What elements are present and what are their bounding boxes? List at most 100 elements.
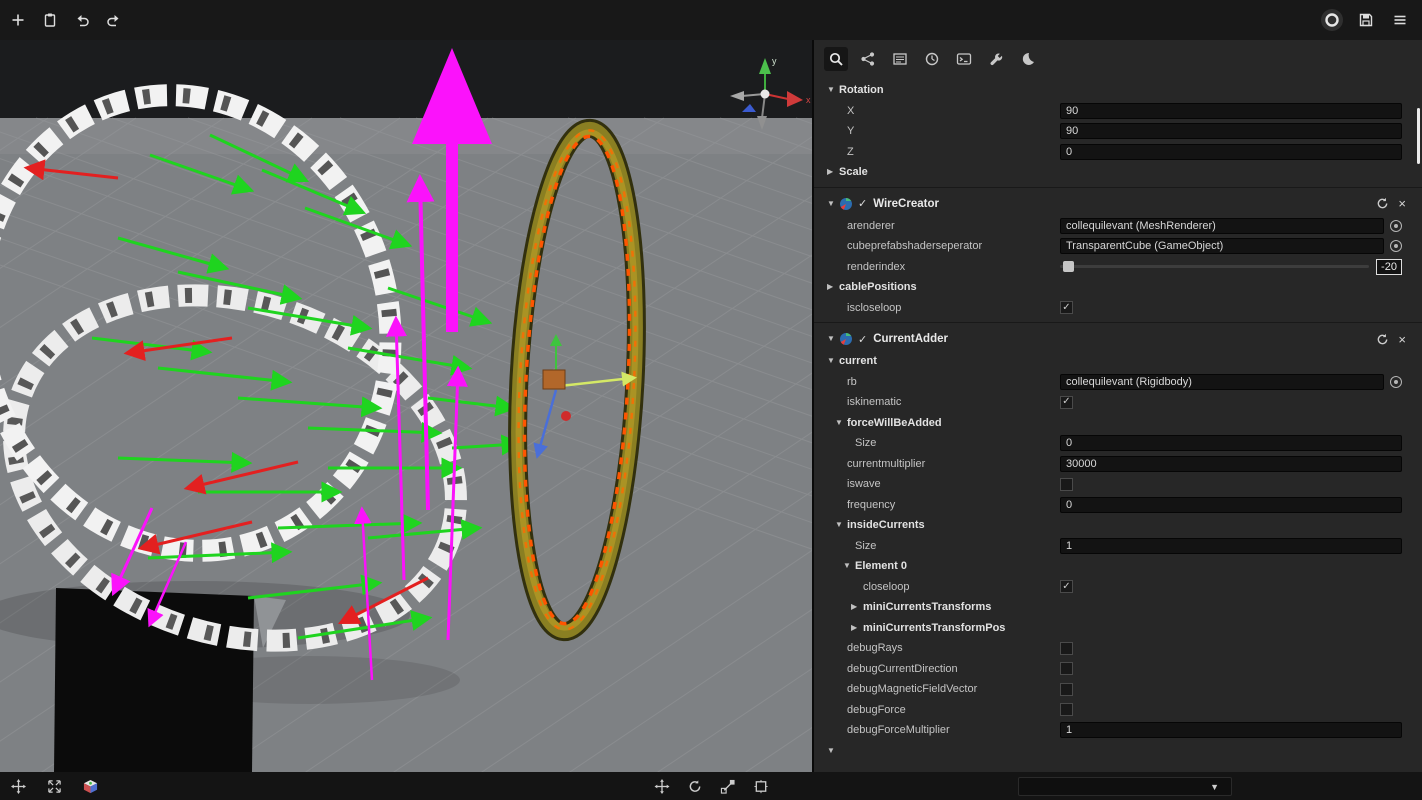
rotate-tool-button[interactable] [683, 774, 707, 798]
foldout-arrow[interactable]: ▶ [827, 168, 839, 176]
checkbox-debugRays[interactable] [1060, 642, 1073, 655]
component-enabled-toggle[interactable]: ✓ [858, 197, 867, 210]
component-enabled-toggle[interactable]: ✓ [858, 333, 867, 346]
foldout-arrow[interactable]: ▼ [843, 562, 855, 570]
slider-renderindex[interactable] [1060, 265, 1369, 268]
foldout-arrow[interactable]: ▼ [827, 86, 839, 94]
property-label: Z [847, 146, 854, 158]
property-row-rb: rb [814, 372, 1422, 393]
property-control: ✓ [1060, 392, 1402, 413]
property-control [1060, 474, 1402, 495]
checkbox-iswave[interactable] [1060, 478, 1073, 491]
value-input-currentmultiplier[interactable] [1060, 456, 1402, 472]
property-label: frequency [847, 499, 895, 511]
property-row-debugCurrentDirection: debugCurrentDirection [814, 659, 1422, 680]
layer-dropdown[interactable]: ▼ [1018, 777, 1232, 796]
refresh-icon[interactable] [1376, 197, 1389, 210]
property-label: iskinematic [847, 396, 901, 408]
object-picker-icon[interactable] [1390, 240, 1402, 252]
scene-3d-view[interactable]: y x [0, 40, 812, 772]
object-picker-icon[interactable] [1390, 220, 1402, 232]
foldout-arrow[interactable]: ▼ [835, 419, 847, 427]
tab-console[interactable] [888, 47, 912, 71]
checkbox-iscloseloop[interactable]: ✓ [1060, 301, 1073, 314]
foldout-arrow[interactable]: ▼ [827, 357, 839, 365]
foldout-arrow[interactable]: ▼ [827, 747, 839, 755]
tab-moon[interactable] [1016, 47, 1040, 71]
tab-clock[interactable] [920, 47, 944, 71]
foldout-row-partial: ▼ [814, 741, 1422, 762]
property-label-col: ▶miniCurrentsTransformPos [814, 622, 1060, 634]
value-input-X[interactable] [1060, 103, 1402, 119]
checkbox-closeloop[interactable]: ✓ [1060, 580, 1073, 593]
foldout-row-cablePositions: ▶cablePositions [814, 277, 1422, 298]
save-icon [1358, 12, 1374, 28]
tab-terminal[interactable] [952, 47, 976, 71]
slider-value[interactable]: -20 [1376, 259, 1402, 275]
refresh-icon[interactable] [1376, 333, 1389, 346]
foldout-row-Scale: ▶Scale [814, 162, 1422, 183]
wrench-icon [988, 51, 1004, 67]
record-button[interactable] [1320, 8, 1344, 32]
value-input-frequency[interactable] [1060, 497, 1402, 513]
property-label: debugRays [847, 642, 903, 654]
property-label: arenderer [847, 220, 895, 232]
foldout-arrow[interactable]: ▶ [851, 624, 863, 632]
checkbox-iskinematic[interactable]: ✓ [1060, 396, 1073, 409]
value-input-Z[interactable] [1060, 144, 1402, 160]
scrollbar-thumb[interactable] [1417, 108, 1420, 164]
scale-tool-button[interactable] [716, 774, 740, 798]
close-icon[interactable]: × [1398, 197, 1406, 210]
property-label: Size [855, 540, 876, 552]
property-label: Y [847, 125, 854, 137]
foldout-arrow[interactable]: ▼ [827, 335, 839, 343]
property-label-col: iscloseloop [814, 302, 1060, 314]
undo-button[interactable] [70, 8, 94, 32]
foldout-arrow[interactable]: ▶ [827, 283, 839, 291]
pan-icon [11, 779, 26, 794]
frame-tool-button[interactable] [42, 774, 66, 798]
component-divider [814, 318, 1422, 327]
object-picker-icon[interactable] [1390, 376, 1402, 388]
scene-viewport[interactable]: y x [0, 40, 812, 772]
object-field-cubeprefabshaderseperator[interactable] [1060, 238, 1384, 254]
slider-handle[interactable] [1063, 261, 1074, 272]
tab-hierarchy[interactable] [856, 47, 880, 71]
value-input-Size[interactable] [1060, 538, 1402, 554]
property-label: rb [847, 376, 857, 388]
checkbox-debugForce[interactable] [1060, 703, 1073, 716]
pan-tool-button[interactable] [6, 774, 30, 798]
clipboard-button[interactable] [38, 8, 62, 32]
menu-button[interactable] [1388, 8, 1412, 32]
checkbox-debugCurrentDirection[interactable] [1060, 662, 1073, 675]
value-input-Size[interactable] [1060, 435, 1402, 451]
value-input-Y[interactable] [1060, 123, 1402, 139]
property-label: Element 0 [855, 560, 907, 572]
property-control [1060, 659, 1402, 680]
tab-search[interactable] [824, 47, 848, 71]
property-row-Size: Size [814, 433, 1422, 454]
checkbox-debugMagneticFieldVector[interactable] [1060, 683, 1073, 696]
component-header-CurrentAdder: ▼✓CurrentAdder× [814, 327, 1422, 351]
move-tool-button[interactable] [650, 774, 674, 798]
foldout-arrow[interactable]: ▼ [835, 521, 847, 529]
property-label-col: closeloop [814, 581, 1060, 593]
value-input-debugForceMultiplier[interactable] [1060, 722, 1402, 738]
object-field-arenderer[interactable] [1060, 218, 1384, 234]
component-icon [839, 332, 853, 346]
property-label: cubeprefabshaderseperator [847, 240, 982, 252]
property-label: current [839, 355, 877, 367]
object-field-rb[interactable] [1060, 374, 1384, 390]
redo-button[interactable] [102, 8, 126, 32]
rect-tool-button[interactable] [749, 774, 773, 798]
property-control [1060, 80, 1402, 101]
foldout-arrow[interactable]: ▼ [827, 200, 839, 208]
cube-tool-button[interactable] [78, 774, 102, 798]
close-icon[interactable]: × [1398, 333, 1406, 346]
foldout-arrow[interactable]: ▶ [851, 603, 863, 611]
property-row-iswave: iswave [814, 474, 1422, 495]
save-button[interactable] [1354, 8, 1378, 32]
tab-wrench[interactable] [984, 47, 1008, 71]
property-label-col: iswave [814, 478, 1060, 490]
add-button[interactable] [6, 8, 30, 32]
